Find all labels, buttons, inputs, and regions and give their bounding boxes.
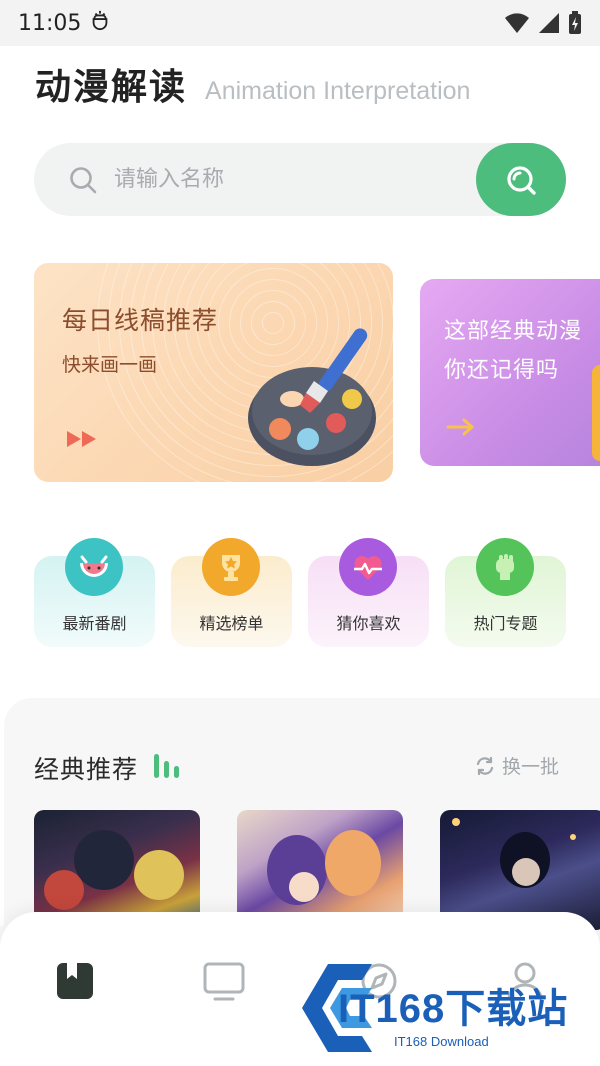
- category-label: 热门专题: [473, 614, 538, 633]
- banner-daily-lineart[interactable]: 每日线稿推荐 快来画一画: [34, 263, 393, 482]
- thumbnail-art: [512, 858, 540, 886]
- status-bar: 11:05: [0, 0, 600, 46]
- refresh-label: 换一批: [502, 756, 560, 778]
- search-field-icon: [70, 166, 97, 193]
- watermark-text: IT168下载站: [338, 987, 569, 1031]
- thumbnail-art: [325, 830, 381, 896]
- fist-icon: [476, 538, 534, 596]
- category-label: 精选榜单: [199, 614, 264, 633]
- trophy-icon: [202, 538, 260, 596]
- recommend-title: 经典推荐: [34, 755, 139, 784]
- arrow-right-icon[interactable]: [446, 417, 476, 437]
- category-latest[interactable]: 最新番剧: [34, 538, 155, 647]
- search-icon: [507, 165, 536, 195]
- thumbnail-art: [44, 870, 84, 910]
- search-input[interactable]: [114, 167, 414, 192]
- banner2-line2: 你还记得吗: [444, 358, 560, 383]
- page-title: 动漫解读: [35, 67, 188, 108]
- bar-chart-icon: [154, 754, 179, 778]
- watermark-subtext: IT168 Download: [394, 1034, 489, 1049]
- heart-icon: [339, 538, 397, 596]
- thumbnail-art: [570, 834, 576, 840]
- category-label: 最新番剧: [62, 614, 127, 633]
- bookmark-icon[interactable]: [53, 959, 97, 1003]
- bug-icon: [89, 9, 111, 37]
- thumbnail-art: [134, 850, 184, 900]
- banner-subtitle: 快来画一画: [62, 354, 158, 376]
- thumbnail-art: [289, 872, 319, 902]
- watermark-logo: IT168下载站 IT168 Download: [298, 958, 598, 1058]
- page-header: 动漫解读 Animation Interpretation: [35, 58, 470, 110]
- thumbnail-art: [74, 830, 134, 890]
- search-bar[interactable]: [34, 143, 566, 216]
- banner-title: 每日线稿推荐: [62, 306, 219, 335]
- banner2-line1: 这部经典动漫: [444, 319, 583, 344]
- watermelon-cat-icon: [65, 538, 123, 596]
- category-ranking[interactable]: 精选榜单: [171, 538, 292, 647]
- palette-icon: [248, 328, 376, 466]
- search-button[interactable]: [476, 143, 566, 216]
- status-left: 11:05: [18, 9, 111, 37]
- status-time: 11:05: [18, 10, 82, 36]
- banner-classic-anime[interactable]: 这部经典动漫 你还记得吗: [420, 279, 600, 466]
- refresh-icon: [476, 756, 494, 775]
- wifi-icon: [505, 13, 529, 33]
- battery-charging-icon: [569, 11, 581, 34]
- refresh-button[interactable]: 换一批: [474, 752, 559, 779]
- category-guess-you-like[interactable]: 猜你喜欢: [308, 538, 429, 647]
- page-subtitle: Animation Interpretation: [205, 77, 471, 105]
- banner2-decoration: [592, 365, 600, 461]
- category-hot-topics[interactable]: 热门专题: [445, 538, 566, 647]
- signal-icon: [539, 13, 559, 33]
- thumbnail-art: [452, 818, 460, 826]
- tv-icon[interactable]: [202, 959, 246, 1003]
- status-right: [504, 11, 582, 35]
- fast-forward-icon[interactable]: [66, 429, 100, 449]
- category-label: 猜你喜欢: [336, 614, 401, 633]
